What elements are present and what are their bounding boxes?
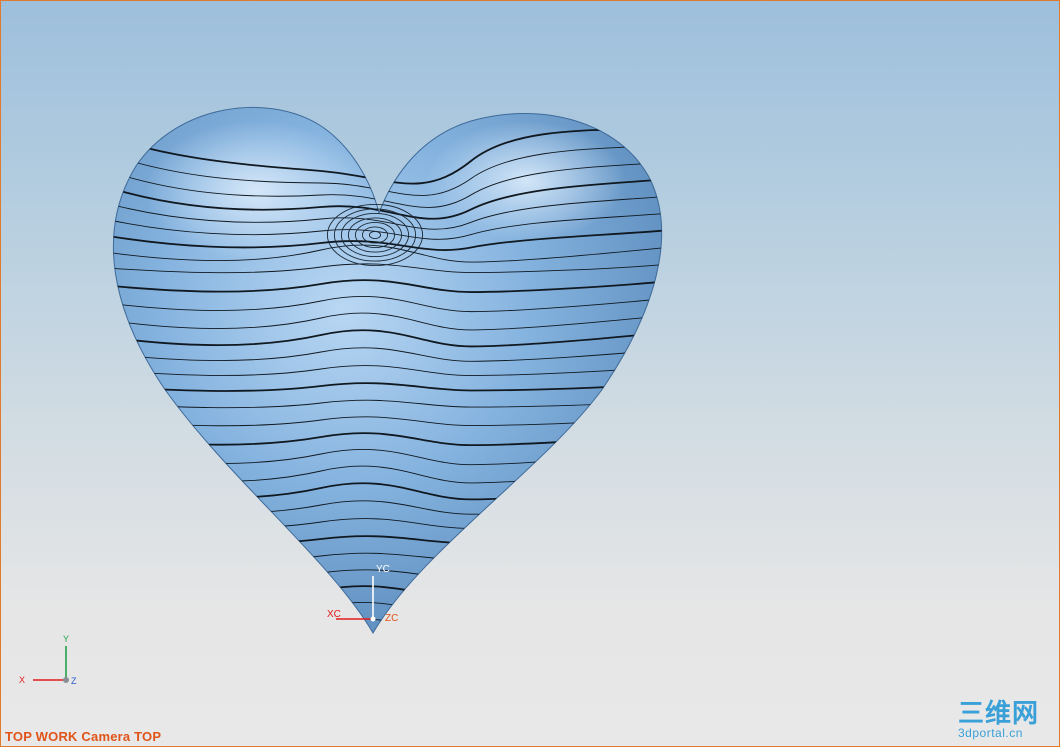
triad-x-label: X	[19, 675, 25, 685]
watermark-brand-en: 3dportal.cn	[958, 726, 1023, 740]
watermark-brand-cn: 三维网	[958, 698, 1040, 728]
zc-label: ZC	[385, 613, 398, 624]
view-triad[interactable]: Y X Z	[19, 634, 77, 686]
triad-y-label: Y	[63, 634, 69, 644]
zc-axis-point	[370, 616, 376, 622]
view-name-label: TOP WORK Camera TOP	[5, 729, 162, 744]
yc-label: YC	[376, 564, 390, 575]
xc-label: XC	[327, 609, 341, 620]
watermark-logo: 三维网 3dportal.cn	[956, 698, 1051, 740]
triad-z-point	[63, 677, 69, 683]
triad-z-label: Z	[71, 676, 77, 686]
graphics-viewport[interactable]: YC XC ZC Y X Z TOP WORK Camera TOP 三维网 3…	[0, 0, 1060, 747]
heart-model-canvas[interactable]: YC XC ZC Y X Z	[1, 1, 1059, 746]
